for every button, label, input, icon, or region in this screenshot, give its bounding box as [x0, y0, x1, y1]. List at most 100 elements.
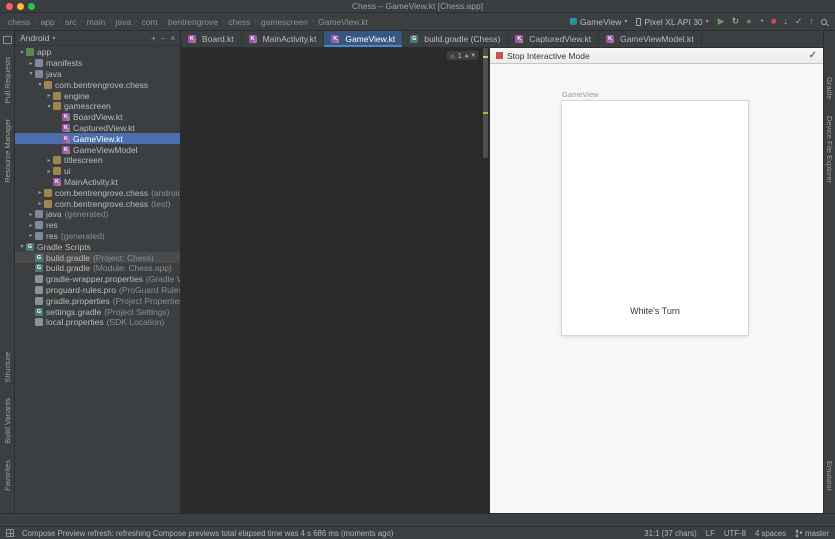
weak-warning-stripe-mark[interactable]: [483, 112, 488, 114]
tree-item-gradle-scripts[interactable]: ▾GGradle Scripts: [15, 241, 180, 252]
git-commit-button[interactable]: ✓: [795, 17, 803, 26]
tree-item-gradle-properties-project-properties[interactable]: gradle.properties(Project Properties): [15, 295, 180, 306]
tree-item-boardview-kt[interactable]: KBoardView.kt: [15, 112, 180, 123]
tool-strip-gradle[interactable]: Gradle: [825, 77, 834, 100]
stop-button[interactable]: ■: [771, 17, 776, 26]
chevron-open-icon[interactable]: ▾: [36, 81, 44, 88]
encoding-indicator[interactable]: UTF-8: [724, 529, 746, 538]
chevron-closed-icon[interactable]: ▸: [27, 60, 35, 67]
line-ending-indicator[interactable]: LF: [706, 529, 715, 538]
tree-item-app[interactable]: ▾app: [15, 47, 180, 58]
tool-strip-pull-requests[interactable]: Pull Requests: [3, 57, 12, 103]
chevron-closed-icon[interactable]: ▸: [27, 222, 35, 229]
fullscreen-window-button[interactable]: [28, 3, 35, 10]
project-view-selector[interactable]: Android: [20, 33, 49, 43]
tool-strip-build-variants[interactable]: Build Variants: [3, 398, 12, 444]
breadcrumb-item-com[interactable]: com: [142, 17, 158, 27]
prev-issue-icon[interactable]: ▲: [465, 52, 469, 59]
profiler-button[interactable]: ◔: [759, 17, 764, 26]
expand-all-icon[interactable]: +: [151, 34, 156, 43]
breadcrumb-item-chess[interactable]: chess: [228, 17, 250, 27]
device-selector[interactable]: Pixel XL API 30 ▾: [636, 17, 708, 27]
tree-item-res[interactable]: ▸res: [15, 220, 180, 231]
collapse-all-icon[interactable]: −: [161, 34, 166, 43]
breadcrumb-item-bentrengrove[interactable]: bentrengrove: [168, 17, 218, 27]
tree-item-com-bentrengrove-chess-test[interactable]: ▸com.bentrengrove.chess(test): [15, 198, 180, 209]
tab-mainactivity-kt[interactable]: KMainActivity.kt: [242, 31, 325, 47]
run-config-selector[interactable]: GameView ▾: [570, 17, 627, 27]
hide-panel-icon[interactable]: ×: [170, 34, 175, 43]
code-editor[interactable]: ⚠ 1 ▲ ▼: [181, 48, 489, 513]
preview-canvas[interactable]: GameView White's Turn: [490, 64, 823, 513]
project-tool-icon[interactable]: [3, 36, 12, 44]
chevron-open-icon[interactable]: ▾: [45, 103, 53, 110]
tree-item-java-generated[interactable]: ▸java(generated): [15, 209, 180, 220]
tree-item-titlescreen[interactable]: ▸titlescreen: [15, 155, 180, 166]
tree-item-com-bentrengrove-chess[interactable]: ▾com.bentrengrove.chess: [15, 79, 180, 90]
tree-item-gamescreen[interactable]: ▾gamescreen: [15, 101, 180, 112]
chevron-closed-icon[interactable]: ▸: [45, 168, 53, 175]
breadcrumb-item-gameview-kt[interactable]: GameView.kt: [318, 17, 368, 27]
tool-strip-resource-manager[interactable]: Resource Manager: [3, 119, 12, 183]
tree-item-res-generated[interactable]: ▸res(generated): [15, 231, 180, 242]
tab-gameview-kt[interactable]: KGameView.kt: [324, 31, 403, 47]
tree-item-capturedview-kt[interactable]: KCapturedView.kt: [15, 123, 180, 134]
tool-strip-favorites[interactable]: Favorites: [3, 460, 12, 491]
chevron-open-icon[interactable]: ▾: [18, 49, 26, 56]
tree-item-mainactivity-kt[interactable]: KMainActivity.kt: [15, 177, 180, 188]
git-branch-indicator[interactable]: master: [795, 529, 829, 538]
git-push-button[interactable]: ↑: [810, 17, 815, 26]
tab-board-kt[interactable]: KBoard.kt: [181, 31, 242, 47]
tree-item-gameview-kt[interactable]: KGameView.kt: [15, 133, 180, 144]
editor-scrollbar[interactable]: [482, 48, 489, 513]
tree-item-gameviewmodel[interactable]: KGameViewModel: [15, 144, 180, 155]
git-update-button[interactable]: ↓: [783, 17, 788, 26]
breadcrumb-item-java[interactable]: java: [116, 17, 132, 27]
toolwindow-switcher-icon[interactable]: [6, 529, 14, 537]
chevron-closed-icon[interactable]: ▸: [36, 200, 44, 207]
tree-item-engine[interactable]: ▸engine: [15, 90, 180, 101]
inspections-widget[interactable]: ⚠ 1 ▲ ▼: [446, 50, 479, 61]
chevron-open-icon[interactable]: ▾: [18, 243, 26, 250]
indent-indicator[interactable]: 4 spaces: [755, 529, 786, 538]
tree-item-java[interactable]: ▾java: [15, 69, 180, 80]
tab-capturedview-kt[interactable]: KCapturedView.kt: [508, 31, 599, 47]
next-issue-icon[interactable]: ▼: [471, 52, 475, 59]
breadcrumb-item-chess[interactable]: chess: [8, 17, 30, 27]
chess-board[interactable]: [563, 102, 747, 286]
run-button[interactable]: ▶: [718, 17, 725, 26]
breadcrumb-item-src[interactable]: src: [65, 17, 76, 27]
tree-item-com-bentrengrove-chess-androidtest[interactable]: ▸com.bentrengrove.chess(androidTest): [15, 187, 180, 198]
chevron-closed-icon[interactable]: ▸: [27, 232, 35, 239]
breadcrumb-item-app[interactable]: app: [41, 17, 55, 27]
scrollbar-thumb[interactable]: [483, 48, 488, 158]
chevron-closed-icon[interactable]: ▸: [36, 189, 44, 196]
tree-item-local-properties-sdk-location[interactable]: local.properties(SDK Location): [15, 317, 180, 328]
minimize-window-button[interactable]: [17, 3, 24, 10]
tree-item-build-gradle-project-chess[interactable]: Gbuild.gradle(Project: Chess): [15, 252, 180, 263]
tree-item-ui[interactable]: ▸ui: [15, 166, 180, 177]
chevron-closed-icon[interactable]: ▸: [45, 157, 53, 164]
close-window-button[interactable]: [6, 3, 13, 10]
chevron-closed-icon[interactable]: ▸: [45, 92, 53, 99]
tool-strip-emulator[interactable]: Emulator: [825, 461, 834, 491]
breadcrumb-item-main[interactable]: main: [87, 17, 105, 27]
tree-item-manifests[interactable]: ▸manifests: [15, 58, 180, 69]
breadcrumb-item-gamescreen[interactable]: gamescreen: [261, 17, 308, 27]
chevron-closed-icon[interactable]: ▸: [27, 211, 35, 218]
tree-item-gradle-wrapper-properties-gradle-version[interactable]: gradle-wrapper.properties(Gradle Version…: [15, 274, 180, 285]
apply-changes-button[interactable]: ↻: [732, 17, 740, 26]
stop-interactive-mode-button[interactable]: Stop Interactive Mode: [507, 51, 590, 61]
caret-position[interactable]: 31:1 (37 chars): [644, 529, 696, 538]
tree-item-proguard-rules-pro-proguard-rules-for-ch[interactable]: proguard-rules.pro(ProGuard Rules for Ch: [15, 285, 180, 296]
tab-gameviewmodel-kt[interactable]: KGameViewModel.kt: [599, 31, 702, 47]
chevron-open-icon[interactable]: ▾: [27, 70, 35, 77]
tool-strip-structure[interactable]: Structure: [3, 352, 12, 382]
tree-item-build-gradle-module-chess-app[interactable]: Gbuild.gradle(Module: Chess.app): [15, 263, 180, 274]
search-everywhere-icon[interactable]: [821, 19, 827, 25]
tool-strip-device-file-explorer[interactable]: Device File Explorer: [825, 116, 834, 183]
tree-item-settings-gradle-project-settings[interactable]: Gsettings.gradle(Project Settings): [15, 306, 180, 317]
debug-button[interactable]: ●: [746, 17, 751, 26]
tab-build-gradle-chess[interactable]: Gbuild.gradle (Chess): [403, 31, 508, 47]
warning-stripe-mark[interactable]: [483, 56, 488, 58]
